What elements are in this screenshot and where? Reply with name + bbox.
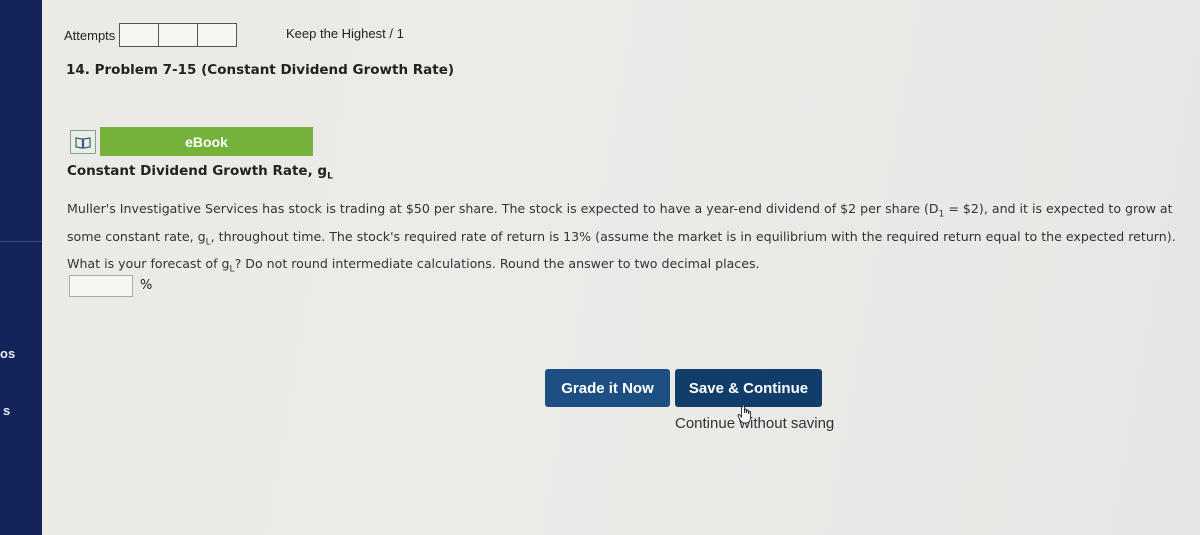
attempt-box bbox=[197, 23, 238, 47]
sidebar-label-1[interactable]: os bbox=[0, 346, 15, 361]
answer-input[interactable] bbox=[69, 275, 133, 297]
attempts-label: Attempts bbox=[64, 27, 116, 43]
grade-it-now-button[interactable]: Grade it Now bbox=[545, 369, 670, 407]
ebook-button[interactable]: eBook bbox=[100, 127, 313, 156]
section-heading: Constant Dividend Growth Rate, gL bbox=[67, 163, 333, 182]
text-part-4: ? Do not round intermediate calculations… bbox=[234, 256, 760, 272]
attempt-box bbox=[158, 23, 199, 47]
attempt-box bbox=[119, 23, 160, 47]
continue-without-saving-link[interactable]: Continue without saving bbox=[675, 415, 834, 432]
sidebar-label-2[interactable]: s bbox=[3, 403, 10, 418]
keep-highest-label: Keep the Highest / 1 bbox=[286, 26, 404, 41]
attempt-boxes bbox=[119, 23, 238, 47]
problem-title: 14. Problem 7-15 (Constant Dividend Grow… bbox=[66, 62, 455, 78]
text-part-1: Muller's Investigative Services has stoc… bbox=[67, 201, 939, 216]
sidebar-divider bbox=[0, 241, 42, 242]
heading-text: Constant Dividend Growth Rate, g bbox=[67, 163, 328, 179]
left-sidebar: os s bbox=[0, 0, 42, 535]
save-continue-button[interactable]: Save & Continue bbox=[675, 369, 822, 407]
hand-cursor-icon bbox=[737, 404, 753, 428]
book-icon[interactable] bbox=[70, 130, 96, 154]
heading-subscript: L bbox=[327, 171, 333, 182]
problem-text: Muller's Investigative Services has stoc… bbox=[67, 198, 1197, 281]
percent-unit: % bbox=[140, 278, 153, 293]
attempts-row: Attempts bbox=[64, 22, 238, 48]
